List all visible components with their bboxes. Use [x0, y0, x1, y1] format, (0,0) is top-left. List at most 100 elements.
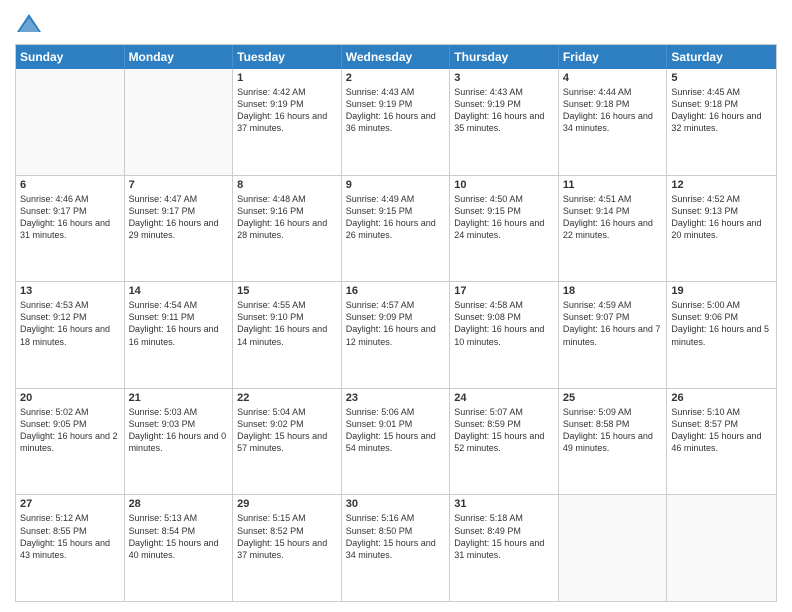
- calendar-cell: 3 Sunrise: 4:43 AM Sunset: 9:19 PM Daylig…: [450, 69, 559, 175]
- day-number: 24: [454, 392, 554, 404]
- day-info: Sunrise: 4:46 AM Sunset: 9:17 PM Dayligh…: [20, 193, 120, 242]
- day-info: Sunrise: 5:02 AM Sunset: 9:05 PM Dayligh…: [20, 406, 120, 455]
- calendar-cell: 24Sunrise: 5:07 AM Sunset: 8:59 PM Dayli…: [450, 389, 559, 495]
- calendar-header-cell: Friday: [559, 45, 668, 69]
- calendar-cell: 8 Sunrise: 4:48 AM Sunset: 9:16 PM Daylig…: [233, 176, 342, 282]
- day-info: Sunrise: 4:57 AM Sunset: 9:09 PM Dayligh…: [346, 299, 446, 348]
- day-number: 15: [237, 285, 337, 297]
- calendar-cell: 21 Sunrise: 5:03 AM Sunset: 9:03 PM Dayli…: [125, 389, 234, 495]
- day-info: Sunrise: 4:50 AM Sunset: 9:15 PM Dayligh…: [454, 193, 554, 242]
- day-info: Sunrise: 5:13 AM Sunset: 8:54 PM Dayligh…: [129, 512, 229, 561]
- day-number: 22: [237, 392, 337, 404]
- day-number: 28: [129, 498, 229, 510]
- calendar-cell: 29 Sunrise: 5:15 AM Sunset: 8:52 PM Dayli…: [233, 495, 342, 601]
- calendar-cell: 20 Sunrise: 5:02 AM Sunset: 9:05 PM Dayli…: [16, 389, 125, 495]
- calendar-header-cell: Sunday: [16, 45, 125, 69]
- calendar-cell: [125, 69, 234, 175]
- day-number: 8: [237, 179, 337, 191]
- calendar-cell: 4 Sunrise: 4:44 AM Sunset: 9:18 PM Daylig…: [559, 69, 668, 175]
- day-number: 29: [237, 498, 337, 510]
- calendar-header-cell: Monday: [125, 45, 234, 69]
- day-number: 31: [454, 498, 554, 510]
- day-info: Sunrise: 5:12 AM Sunset: 8:55 PM Dayligh…: [20, 512, 120, 561]
- calendar-header-cell: Thursday: [450, 45, 559, 69]
- day-number: 27: [20, 498, 120, 510]
- day-info: Sunrise: 4:47 AM Sunset: 9:17 PM Dayligh…: [129, 193, 229, 242]
- day-number: 19: [671, 285, 772, 297]
- calendar-cell: 7 Sunrise: 4:47 AM Sunset: 9:17 PM Daylig…: [125, 176, 234, 282]
- day-number: 4: [563, 72, 663, 84]
- day-number: 21: [129, 392, 229, 404]
- day-number: 2: [346, 72, 446, 84]
- day-number: 6: [20, 179, 120, 191]
- day-info: Sunrise: 5:09 AM Sunset: 8:58 PM Dayligh…: [563, 406, 663, 455]
- day-info: Sunrise: 4:43 AM Sunset: 9:19 PM Dayligh…: [346, 86, 446, 135]
- calendar-cell: 30 Sunrise: 5:16 AM Sunset: 8:50 PM Dayli…: [342, 495, 451, 601]
- calendar: SundayMondayTuesdayWednesdayThursdayFrid…: [15, 44, 777, 602]
- day-info: Sunrise: 4:58 AM Sunset: 9:08 PM Dayligh…: [454, 299, 554, 348]
- day-info: Sunrise: 4:49 AM Sunset: 9:15 PM Dayligh…: [346, 193, 446, 242]
- calendar-cell: 19Sunrise: 5:00 AM Sunset: 9:06 PM Dayli…: [667, 282, 776, 388]
- calendar-cell: 5Sunrise: 4:45 AM Sunset: 9:18 PM Daylig…: [667, 69, 776, 175]
- day-number: 20: [20, 392, 120, 404]
- calendar-cell: 15 Sunrise: 4:55 AM Sunset: 9:10 PM Dayli…: [233, 282, 342, 388]
- day-number: 9: [346, 179, 446, 191]
- calendar-cell: [16, 69, 125, 175]
- calendar-cell: 26Sunrise: 5:10 AM Sunset: 8:57 PM Dayli…: [667, 389, 776, 495]
- calendar-week-row: 27 Sunrise: 5:12 AM Sunset: 8:55 PM Dayli…: [16, 495, 776, 601]
- day-info: Sunrise: 5:03 AM Sunset: 9:03 PM Dayligh…: [129, 406, 229, 455]
- day-info: Sunrise: 5:06 AM Sunset: 9:01 PM Dayligh…: [346, 406, 446, 455]
- calendar-cell: 6 Sunrise: 4:46 AM Sunset: 9:17 PM Daylig…: [16, 176, 125, 282]
- day-info: Sunrise: 4:55 AM Sunset: 9:10 PM Dayligh…: [237, 299, 337, 348]
- day-number: 3: [454, 72, 554, 84]
- day-number: 17: [454, 285, 554, 297]
- logo: [15, 10, 47, 38]
- day-number: 13: [20, 285, 120, 297]
- calendar-week-row: 6 Sunrise: 4:46 AM Sunset: 9:17 PM Daylig…: [16, 176, 776, 283]
- day-number: 12: [671, 179, 772, 191]
- day-info: Sunrise: 4:59 AM Sunset: 9:07 PM Dayligh…: [563, 299, 663, 348]
- day-number: 1: [237, 72, 337, 84]
- day-info: Sunrise: 4:52 AM Sunset: 9:13 PM Dayligh…: [671, 193, 772, 242]
- calendar-cell: 2 Sunrise: 4:43 AM Sunset: 9:19 PM Daylig…: [342, 69, 451, 175]
- calendar-cell: 12 Sunrise: 4:52 AM Sunset: 9:13 PM Dayli…: [667, 176, 776, 282]
- day-info: Sunrise: 5:15 AM Sunset: 8:52 PM Dayligh…: [237, 512, 337, 561]
- day-number: 14: [129, 285, 229, 297]
- calendar-cell: 10Sunrise: 4:50 AM Sunset: 9:15 PM Dayli…: [450, 176, 559, 282]
- day-info: Sunrise: 5:18 AM Sunset: 8:49 PM Dayligh…: [454, 512, 554, 561]
- calendar-week-row: 20 Sunrise: 5:02 AM Sunset: 9:05 PM Dayli…: [16, 389, 776, 496]
- day-number: 30: [346, 498, 446, 510]
- day-number: 23: [346, 392, 446, 404]
- day-info: Sunrise: 4:48 AM Sunset: 9:16 PM Dayligh…: [237, 193, 337, 242]
- day-number: 18: [563, 285, 663, 297]
- day-info: Sunrise: 4:45 AM Sunset: 9:18 PM Dayligh…: [671, 86, 772, 135]
- day-info: Sunrise: 4:43 AM Sunset: 9:19 PM Dayligh…: [454, 86, 554, 135]
- page: SundayMondayTuesdayWednesdayThursdayFrid…: [0, 0, 792, 612]
- calendar-cell: 14 Sunrise: 4:54 AM Sunset: 9:11 PM Dayli…: [125, 282, 234, 388]
- day-info: Sunrise: 4:54 AM Sunset: 9:11 PM Dayligh…: [129, 299, 229, 348]
- calendar-cell: 23 Sunrise: 5:06 AM Sunset: 9:01 PM Dayli…: [342, 389, 451, 495]
- calendar-body: 1 Sunrise: 4:42 AM Sunset: 9:19 PM Daylig…: [16, 69, 776, 601]
- calendar-cell: 31 Sunrise: 5:18 AM Sunset: 8:49 PM Dayli…: [450, 495, 559, 601]
- day-number: 25: [563, 392, 663, 404]
- calendar-cell: 17 Sunrise: 4:58 AM Sunset: 9:08 PM Dayli…: [450, 282, 559, 388]
- calendar-cell: 1 Sunrise: 4:42 AM Sunset: 9:19 PM Daylig…: [233, 69, 342, 175]
- calendar-cell: 28 Sunrise: 5:13 AM Sunset: 8:54 PM Dayli…: [125, 495, 234, 601]
- day-info: Sunrise: 5:04 AM Sunset: 9:02 PM Dayligh…: [237, 406, 337, 455]
- day-info: Sunrise: 5:16 AM Sunset: 8:50 PM Dayligh…: [346, 512, 446, 561]
- calendar-cell: 18 Sunrise: 4:59 AM Sunset: 9:07 PM Dayli…: [559, 282, 668, 388]
- calendar-cell: 22 Sunrise: 5:04 AM Sunset: 9:02 PM Dayli…: [233, 389, 342, 495]
- calendar-week-row: 13 Sunrise: 4:53 AM Sunset: 9:12 PM Dayli…: [16, 282, 776, 389]
- day-number: 16: [346, 285, 446, 297]
- day-number: 26: [671, 392, 772, 404]
- calendar-week-row: 1 Sunrise: 4:42 AM Sunset: 9:19 PM Daylig…: [16, 69, 776, 176]
- calendar-cell: 25 Sunrise: 5:09 AM Sunset: 8:58 PM Dayli…: [559, 389, 668, 495]
- calendar-cell: [667, 495, 776, 601]
- day-info: Sunrise: 4:44 AM Sunset: 9:18 PM Dayligh…: [563, 86, 663, 135]
- calendar-cell: [559, 495, 668, 601]
- day-info: Sunrise: 4:42 AM Sunset: 9:19 PM Dayligh…: [237, 86, 337, 135]
- day-info: Sunrise: 4:53 AM Sunset: 9:12 PM Dayligh…: [20, 299, 120, 348]
- day-number: 7: [129, 179, 229, 191]
- calendar-cell: 9 Sunrise: 4:49 AM Sunset: 9:15 PM Daylig…: [342, 176, 451, 282]
- calendar-header-cell: Tuesday: [233, 45, 342, 69]
